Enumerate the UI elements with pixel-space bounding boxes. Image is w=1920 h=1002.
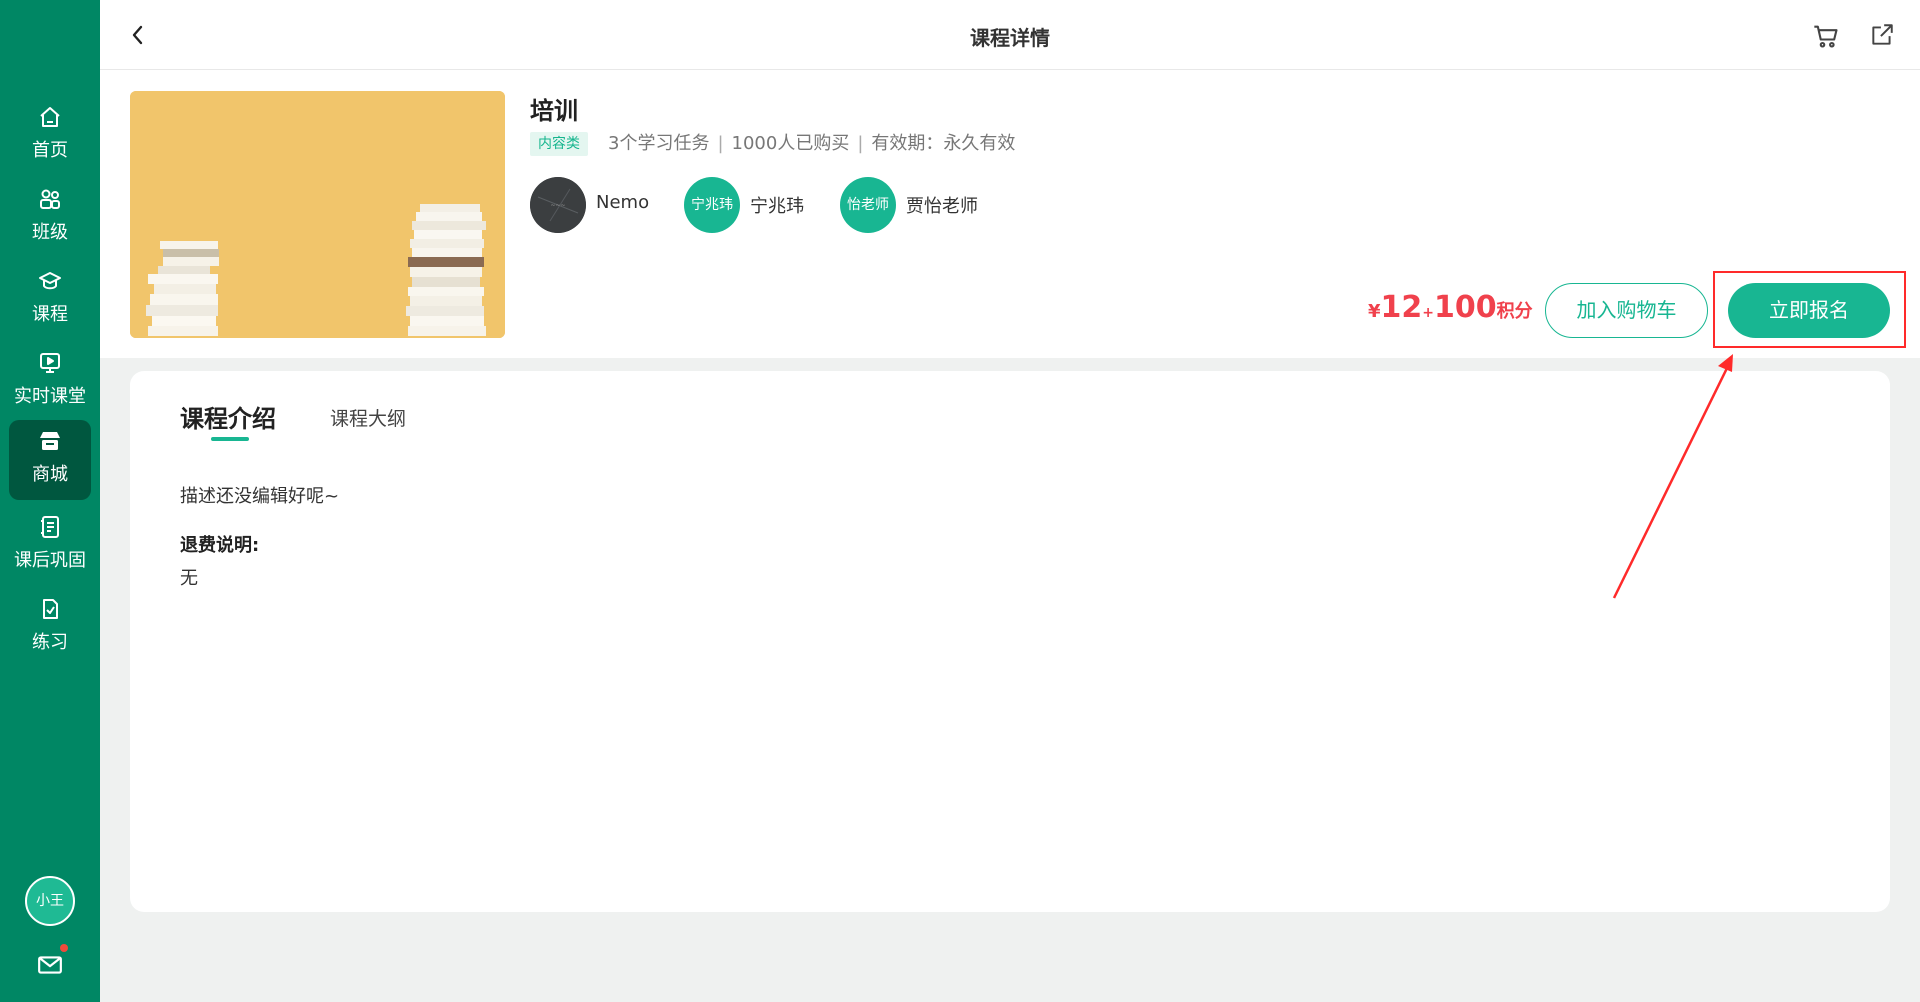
refund-label: 退费说明: [180, 535, 260, 556]
course-description: 描述还没编辑好呢~ [180, 486, 340, 507]
content-card: 课程介绍 课程大纲 描述还没编辑好呢~ 退费说明: 无 [130, 371, 1890, 912]
tab-course-outline[interactable]: 课程大纲 [330, 404, 406, 431]
tab-course-intro[interactable]: 课程介绍 [180, 399, 276, 434]
points-unit: 积分 [1496, 301, 1533, 322]
refund-value: 无 [180, 568, 198, 589]
add-to-cart-button[interactable]: 加入购物车 [1545, 283, 1708, 338]
sidebar-item-label: 首页 [32, 140, 68, 161]
user-avatar[interactable]: 小王 [25, 876, 75, 926]
course-type-tag: 内容类 [530, 132, 588, 156]
home-icon [38, 105, 62, 129]
validity: 有效期：永久有效 [871, 133, 1016, 154]
cart-icon[interactable] [1812, 22, 1840, 50]
sidebar-item-home[interactable]: 首页 [9, 96, 91, 176]
sidebar-item-review[interactable]: 课后巩固 [9, 506, 91, 586]
currency-symbol: ¥ [1368, 301, 1381, 322]
annotation-highlight-box [1713, 271, 1906, 348]
live-screen-icon [38, 351, 62, 375]
course-title: 培训 [530, 97, 578, 125]
sidebar-item-label: 课后巩固 [14, 550, 86, 571]
sidebar: 首页 班级 课程 实时课堂 商城 课后巩固 练习 小王 [0, 0, 100, 1002]
external-link-icon[interactable] [1869, 22, 1895, 48]
teacher-name: 贾怡老师 [906, 196, 978, 217]
class-icon [38, 187, 62, 211]
sidebar-item-label: 练习 [32, 632, 68, 653]
sidebar-item-label: 商城 [32, 464, 68, 485]
price: ¥12+100积分 [1368, 290, 1533, 325]
active-tab-indicator [211, 437, 249, 441]
course-cover-image [130, 91, 505, 338]
review-list-icon [38, 515, 62, 539]
topbar: 课程详情 [100, 0, 1920, 70]
unread-badge [60, 944, 68, 952]
teacher-avatar: ~~~ [530, 177, 586, 233]
mail-icon[interactable] [37, 952, 63, 978]
svg-text:~~~: ~~~ [550, 202, 565, 209]
price-points: 100 [1434, 290, 1497, 325]
graduation-cap-icon [38, 269, 62, 293]
sidebar-item-label: 课程 [32, 304, 68, 325]
price-plus: + [1422, 305, 1435, 321]
buyer-count: 1000人已购买 [731, 133, 850, 154]
sidebar-item-course[interactable]: 课程 [9, 260, 91, 340]
teacher-avatar: 怡老师 [840, 177, 896, 233]
sidebar-item-shop[interactable]: 商城 [9, 420, 91, 500]
sidebar-item-label: 实时课堂 [14, 386, 86, 407]
course-meta: 3个学习任务 | 1000人已购买 | 有效期：永久有效 [608, 133, 1016, 154]
sidebar-item-exercise[interactable]: 练习 [9, 588, 91, 668]
sidebar-item-live-class[interactable]: 实时课堂 [9, 342, 91, 422]
teacher-name: 宁兆玮 [750, 196, 804, 217]
course-header: 培训 内容类 3个学习任务 | 1000人已购买 | 有效期：永久有效 ~~~ Nemo… [100, 70, 1920, 358]
exercise-icon [38, 597, 62, 621]
shop-icon [38, 429, 62, 453]
teacher-avatar: 宁兆玮 [684, 177, 740, 233]
teacher-name: Nemo [596, 192, 650, 213]
task-count: 3个学习任务 [608, 133, 710, 154]
sidebar-item-class[interactable]: 班级 [9, 178, 91, 258]
sidebar-item-label: 班级 [32, 222, 68, 243]
page-title: 课程详情 [970, 26, 1050, 50]
price-amount: 12 [1380, 290, 1423, 325]
